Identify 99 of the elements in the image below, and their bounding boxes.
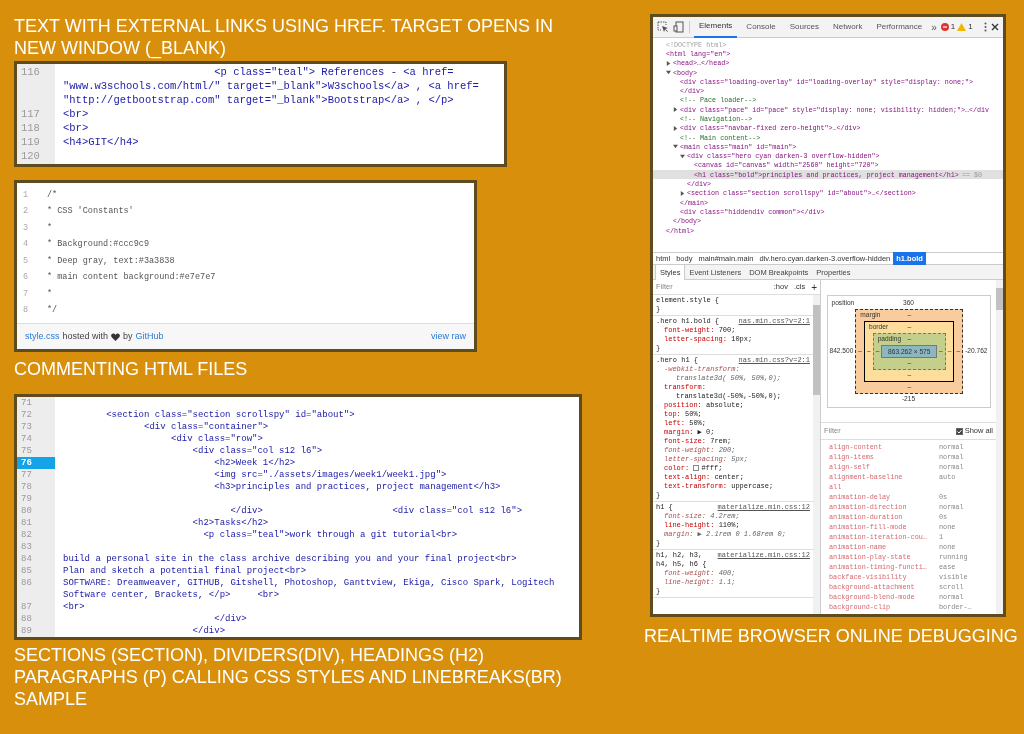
line-number: 74 (20, 433, 33, 445)
line-number: 120 (20, 149, 41, 163)
code-line: <h3>principles and practices, project management</h3> (213, 481, 501, 493)
line-number: 7 (22, 287, 30, 301)
code-line: * CSS 'Constants' (46, 205, 134, 219)
code-line: * main content background:#e7e7e7 (46, 271, 216, 285)
line-number: 84 (20, 553, 33, 565)
expanded-triangle-icon[interactable] (680, 153, 685, 159)
line-number: 6 (22, 271, 30, 285)
error-count: 1 (950, 21, 956, 33)
code-line: build a personal site in the class archive describing you and your final project<br> (62, 553, 517, 565)
devtools-tab[interactable]: Performance (871, 17, 928, 38)
line-number: 1 (22, 188, 30, 202)
code-line: * (46, 221, 53, 235)
inspect-icon[interactable] (657, 21, 669, 33)
device-icon[interactable] (673, 21, 685, 33)
code-line: SOFTWARE: Dreamweaver, GITHUB, Gitshell, Photoshop, Ganttview, Ekiga, Cisco Spark, Logitech (62, 577, 555, 589)
line-number: 8 (22, 304, 30, 318)
close-icon[interactable] (991, 23, 999, 31)
host-link[interactable]: GitHub (135, 329, 164, 344)
warning-count: 1 (968, 21, 973, 33)
line-number: 116 (20, 65, 41, 79)
section-caption: SECTIONS (SECTION), DIVIDERS(DIV), HEADINGS (H2) PARAGRAPHS (P) CALLING CSS STYLES AND LINEBREAKS(BR) SAMPLE (14, 644, 563, 710)
devtools-tab[interactable]: Console (741, 17, 781, 38)
code-line: <div class="row"> (170, 433, 263, 445)
line-number: 72 (20, 409, 33, 421)
line-number: 118 (20, 121, 41, 135)
more-options-icon[interactable] (984, 22, 987, 32)
section-caption: TEXT WITH EXTERNAL LINKS USING HREF. TARGET OPENS IN NEW WINDOW (_BLANK) (14, 15, 555, 59)
more-tabs-button[interactable]: » (931, 19, 937, 35)
code-line: <br> (62, 601, 85, 613)
code-line: * Deep gray, text:#3a3838 (46, 254, 175, 268)
code-line: <p class="teal">work through a git tutorial<br> (202, 529, 458, 541)
code-line: "www.w3schools.com/html/" target="_blank">W3schools</a> , <a href= (62, 79, 479, 93)
line-number: 80 (20, 505, 33, 517)
checkmark-icon (956, 428, 962, 434)
line-number: 76 (17, 457, 55, 469)
code-line: <h2>Week 1</h2> (213, 457, 296, 469)
section-caption: COMMENTING HTML FILES (14, 358, 249, 380)
line-number: 71 (20, 397, 33, 409)
code-line: </div> (213, 613, 247, 625)
line-number: 75 (20, 445, 33, 457)
code-line: Plan and sketch a potential final project<br> (62, 565, 307, 577)
line-number: 3 (22, 221, 30, 235)
scrollbar[interactable] (996, 280, 1003, 614)
line-number: 89 (20, 625, 33, 637)
line-number: 4 (22, 238, 30, 252)
line-number: 117 (20, 107, 41, 121)
code-line: <br> (62, 121, 89, 135)
code-line: /* (46, 188, 58, 202)
line-number: 5 (22, 254, 30, 268)
code-line: <section class="section scrollspy" id="about"> (105, 409, 355, 421)
by-text: by (123, 329, 133, 343)
devtools-tab[interactable]: Sources (784, 17, 825, 38)
collapsed-triangle-icon[interactable] (666, 60, 671, 66)
error-icon (940, 23, 949, 31)
code-line: </div> <div class="col s12 l6"> (229, 505, 523, 517)
line-number: 79 (20, 493, 33, 505)
expanded-triangle-icon[interactable] (673, 144, 678, 150)
devtools-tab[interactable]: Network (828, 17, 868, 38)
code-line: <h4>GIT</h4> (62, 135, 139, 149)
expanded-triangle-icon[interactable] (666, 70, 671, 76)
line-number: 78 (20, 481, 33, 493)
line-number: 83 (20, 541, 33, 553)
collapsed-triangle-icon[interactable] (673, 125, 678, 131)
line-number: 2 (22, 205, 30, 219)
warning-icon (957, 23, 967, 31)
code-line: Software center, Brackets, </p> <br> (62, 589, 280, 601)
color-swatch[interactable] (693, 465, 700, 472)
collapsed-triangle-icon[interactable] (673, 107, 678, 113)
devtools-tab[interactable]: Elements (694, 17, 738, 38)
scrollbar[interactable] (813, 295, 820, 614)
code-line: <h2>Tasks</h2> (191, 517, 269, 529)
heart-icon (111, 332, 121, 341)
line-number: 73 (20, 421, 33, 433)
code-line: "http://getbootstrap.com" target="_blank">Bootstrap</a> , </p> (62, 93, 454, 107)
file-link[interactable]: style.css (25, 329, 60, 344)
code-line: <img src="./assets/images/week1/week1.jpg"> (213, 469, 447, 481)
line-number: 119 (20, 135, 41, 149)
add-rule-button[interactable]: + (811, 279, 817, 295)
line-number: 87 (20, 601, 33, 613)
line-number: 86 (20, 577, 33, 589)
code-line: <div class="col s12 l6"> (191, 445, 323, 457)
hosted-text: hosted with (62, 329, 109, 343)
line-number: 82 (20, 529, 33, 541)
code-line: * Background:#ccc9c9 (46, 238, 150, 252)
view-raw-link[interactable]: view raw (431, 329, 466, 344)
code-line: * (46, 287, 53, 301)
section-caption: REALTIME BROWSER ONLINE DEBUGGING (644, 625, 1018, 647)
code-line: <br> (62, 107, 89, 121)
code-line: */ (46, 304, 58, 318)
code-line: </div> (191, 625, 226, 637)
collapsed-triangle-icon[interactable] (680, 190, 685, 196)
line-number: 85 (20, 565, 33, 577)
code-line: <div class="container"> (143, 421, 269, 433)
line-number: 88 (20, 613, 33, 625)
line-number: 81 (20, 517, 33, 529)
line-number: 77 (20, 469, 33, 481)
code-line: <p class="teal"> References - <a href= (213, 65, 454, 79)
